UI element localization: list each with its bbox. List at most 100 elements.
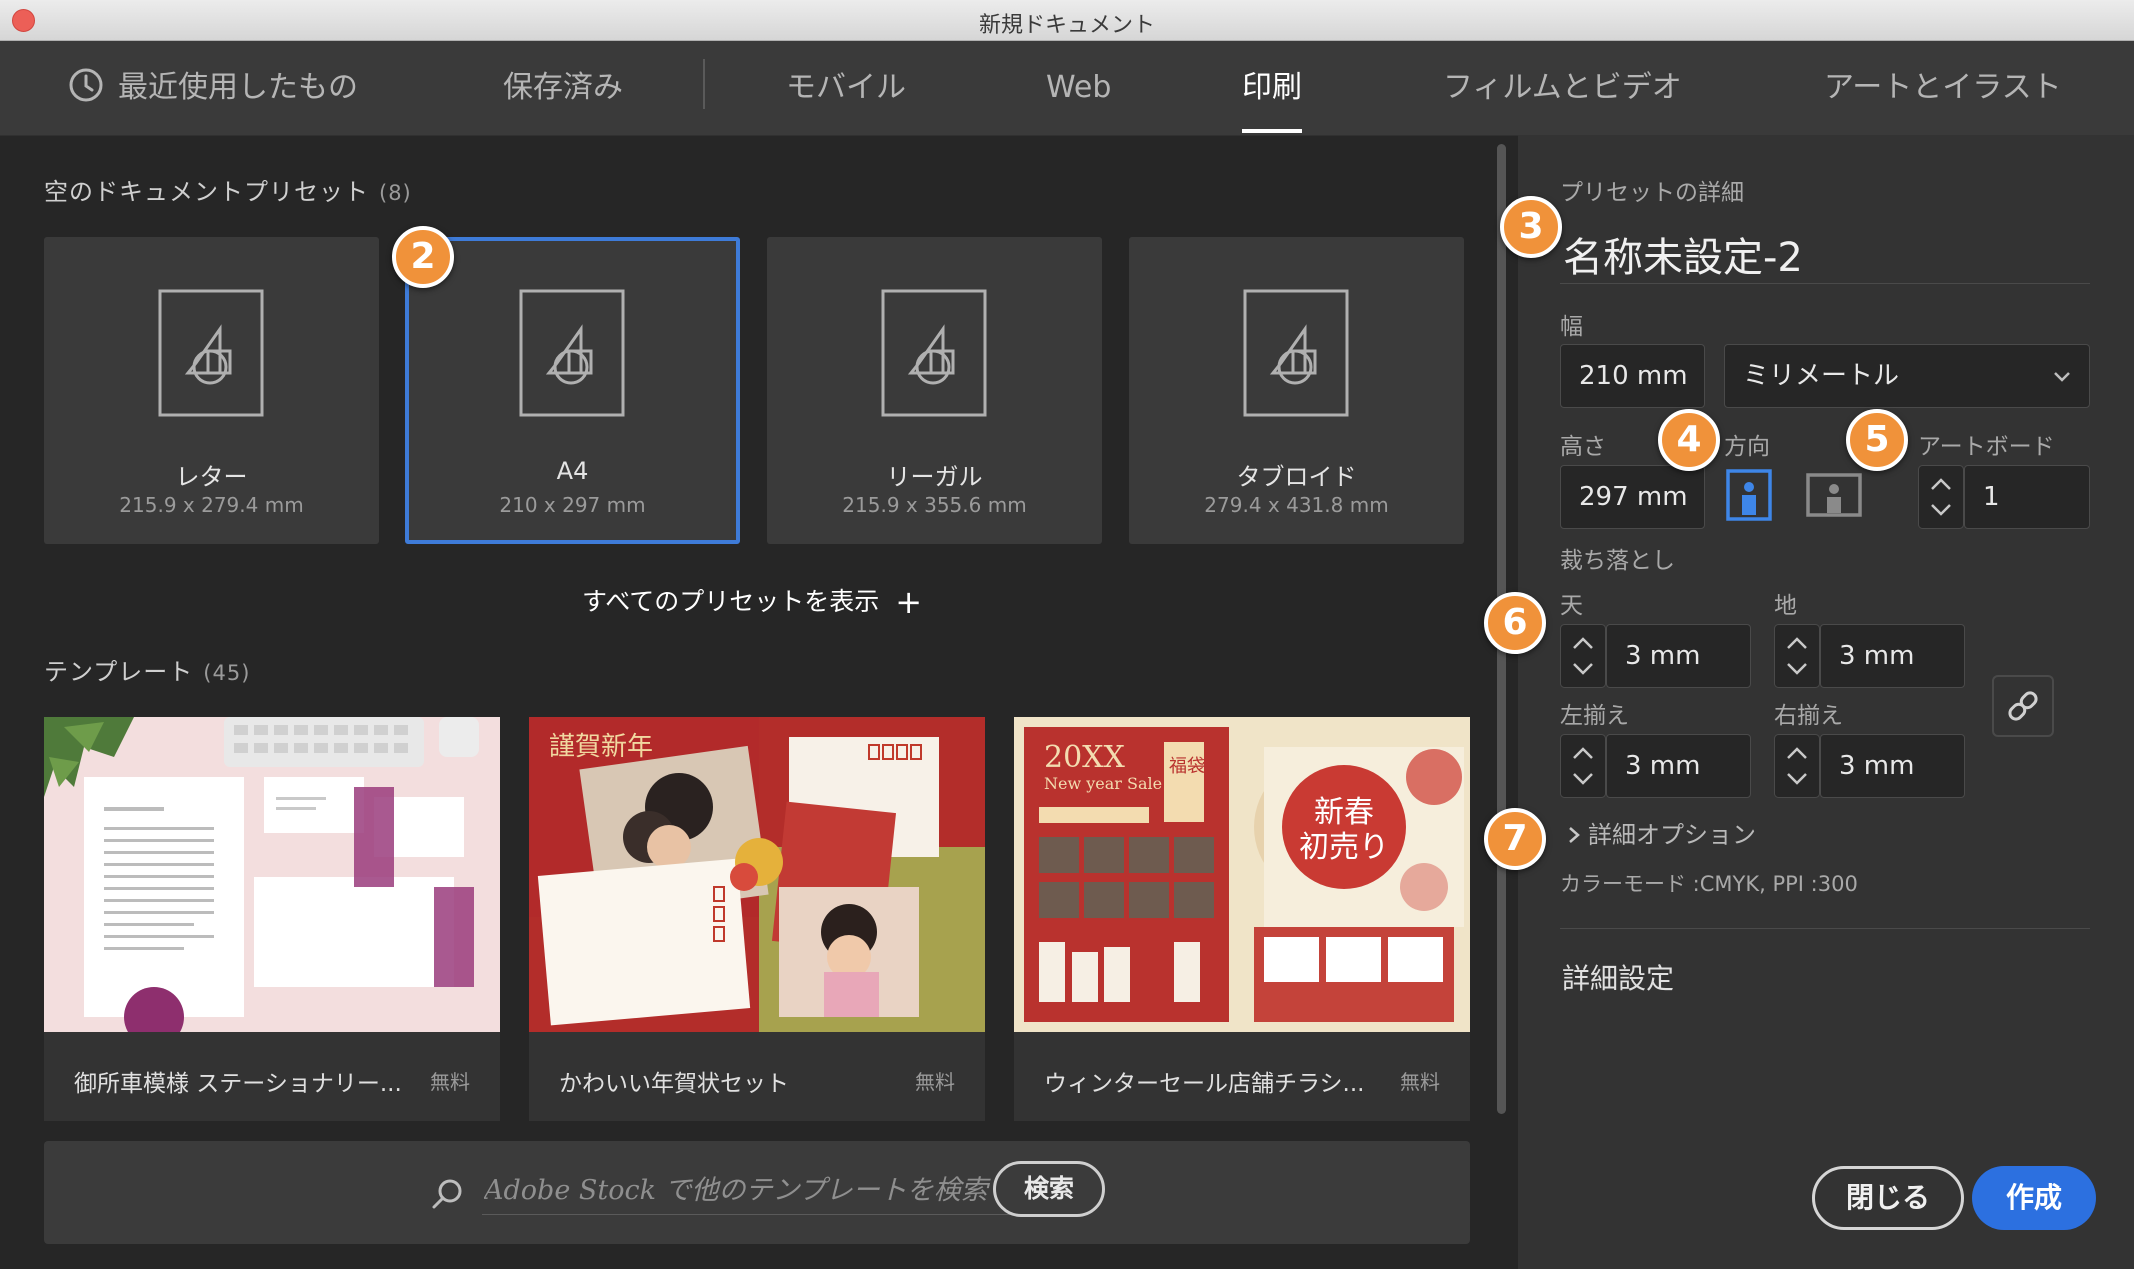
sale-headline-2-text: 初売り bbox=[1299, 830, 1389, 865]
preset-size: 279.4 x 431.8 mm bbox=[1204, 493, 1389, 517]
landscape-orientation-icon[interactable] bbox=[1806, 469, 1862, 521]
template-name: かわいい年賀状セット bbox=[559, 1071, 789, 1097]
bleed-top-stepper[interactable] bbox=[1560, 624, 1606, 688]
preset-card-tabloid[interactable]: タブロイド 279.4 x 431.8 mm bbox=[1129, 237, 1464, 544]
templates-heading: テンプレート (45) bbox=[44, 652, 250, 687]
annotation-marker-3: 3 bbox=[1500, 196, 1562, 258]
preset-card-a4[interactable]: A4 210 x 297 mm bbox=[405, 237, 740, 544]
bleed-left-stepper[interactable] bbox=[1560, 734, 1606, 798]
stock-search-bar: 検索 bbox=[44, 1141, 1470, 1244]
bleed-left-input[interactable]: 3 mm bbox=[1606, 734, 1751, 798]
tab-web[interactable]: Web bbox=[1046, 41, 1111, 135]
preset-name: レター bbox=[175, 463, 248, 491]
bleed-bottom-stepper[interactable] bbox=[1774, 624, 1820, 688]
width-label: 幅 bbox=[1560, 314, 1583, 340]
stepper-arrows-icon bbox=[1918, 465, 1964, 529]
bleed-right-stepper[interactable] bbox=[1774, 734, 1820, 798]
document-icon bbox=[1243, 289, 1349, 417]
document-icon bbox=[519, 289, 625, 417]
preset-name: A4 bbox=[556, 457, 589, 485]
sale-subtitle-text: New year Sale bbox=[1044, 774, 1162, 793]
template-thumbnail: 20XX New year Sale 福袋 新春 初売り bbox=[1014, 717, 1470, 1032]
window-titlebar: 新規ドキュメント bbox=[0, 0, 2134, 41]
tab-art-illustration[interactable]: アートとイラスト bbox=[1824, 41, 2062, 135]
annotation-marker-2: 2 bbox=[392, 226, 454, 288]
divider bbox=[1560, 283, 2090, 284]
close-button[interactable]: 閉じる bbox=[1812, 1166, 1964, 1230]
search-button[interactable]: 検索 bbox=[993, 1161, 1105, 1217]
chevron-down-icon bbox=[2054, 372, 2070, 382]
bleed-left-label: 左揃え bbox=[1560, 703, 1629, 729]
document-icon bbox=[158, 289, 264, 417]
template-thumbnail bbox=[44, 717, 500, 1032]
preset-card-legal[interactable]: リーガル 215.9 x 355.6 mm bbox=[767, 237, 1102, 544]
unit-dropdown[interactable]: ミリメートル bbox=[1724, 344, 2090, 408]
preset-details-label: プリセットの詳細 bbox=[1560, 180, 1744, 206]
annotation-marker-4: 4 bbox=[1658, 409, 1720, 471]
document-name-field[interactable]: 名称未設定-2 bbox=[1563, 225, 1803, 283]
template-price: 無料 bbox=[430, 1070, 470, 1094]
sale-year-text: 20XX bbox=[1044, 740, 1126, 775]
annotation-marker-5: 5 bbox=[1846, 409, 1908, 471]
artboard-stepper[interactable] bbox=[1918, 465, 1964, 529]
artboard-count-input[interactable]: 1 bbox=[1964, 465, 2090, 529]
annotation-marker-6: 6 bbox=[1484, 592, 1546, 654]
show-all-presets-link[interactable]: すべてのプリセットを表示 + bbox=[582, 582, 922, 621]
height-input[interactable]: 297 mm bbox=[1560, 465, 1705, 529]
annotation-marker-7: 7 bbox=[1484, 808, 1546, 870]
preset-size: 210 x 297 mm bbox=[499, 493, 646, 517]
more-options-toggle[interactable]: 詳細オプション bbox=[1566, 815, 1756, 850]
tab-label: 最近使用したもの bbox=[118, 70, 358, 105]
preset-card-letter[interactable]: レター 215.9 x 279.4 mm bbox=[44, 237, 379, 544]
bleed-right-label: 右揃え bbox=[1774, 703, 1843, 729]
bleed-top-input[interactable]: 3 mm bbox=[1606, 624, 1751, 688]
orientation-label: 方向 bbox=[1724, 434, 1770, 460]
divider bbox=[1560, 928, 2090, 929]
sale-badge-text: 福袋 bbox=[1169, 756, 1205, 777]
category-tabs: 最近使用したもの 保存済み モバイル Web 印刷 フィルムとビデオ アートとイ… bbox=[0, 41, 2134, 136]
advanced-settings-button[interactable]: 詳細設定 bbox=[1562, 957, 1674, 997]
bleed-label: 裁ち落とし bbox=[1560, 548, 1675, 574]
stock-search-input[interactable] bbox=[482, 1166, 1026, 1215]
stepper-arrows-icon bbox=[1774, 624, 1820, 688]
portrait-orientation-icon[interactable] bbox=[1724, 469, 1774, 521]
bleed-top-label: 天 bbox=[1560, 593, 1583, 619]
show-all-label: すべてのプリセットを表示 bbox=[582, 587, 880, 616]
tab-recent[interactable]: 最近使用したもの bbox=[68, 41, 358, 135]
newyear-greeting-text: 謹賀新年 bbox=[549, 732, 653, 762]
stepper-arrows-icon bbox=[1560, 734, 1606, 798]
stepper-arrows-icon bbox=[1560, 624, 1606, 688]
presets-count: (8) bbox=[379, 181, 412, 205]
stepper-arrows-icon bbox=[1774, 734, 1820, 798]
link-bleed-button[interactable] bbox=[1992, 675, 2054, 737]
template-name: ウィンターセール店舗チラシ... bbox=[1044, 1071, 1365, 1097]
window-title: 新規ドキュメント bbox=[978, 13, 1155, 38]
create-button[interactable]: 作成 bbox=[1972, 1166, 2096, 1230]
bleed-bottom-input[interactable]: 3 mm bbox=[1820, 624, 1965, 688]
template-card-stationery[interactable]: 御所車模様 ステーショナリー... 無料 bbox=[44, 717, 500, 1121]
tab-divider bbox=[703, 59, 705, 109]
tab-saved[interactable]: 保存済み bbox=[503, 41, 623, 135]
template-price: 無料 bbox=[915, 1070, 955, 1094]
search-icon bbox=[432, 1179, 462, 1209]
template-card-winter-sale[interactable]: 20XX New year Sale 福袋 新春 初売り ウィンターセール店舗チ… bbox=[1014, 717, 1470, 1121]
document-icon bbox=[881, 289, 987, 417]
tab-mobile[interactable]: モバイル bbox=[786, 41, 906, 135]
width-input[interactable]: 210 mm bbox=[1560, 344, 1705, 408]
template-card-newyear[interactable]: 謹賀新年 かわいい年賀状セット 無料 bbox=[529, 717, 985, 1121]
more-options-label: 詳細オプション bbox=[1588, 821, 1756, 849]
preset-size: 215.9 x 279.4 mm bbox=[119, 493, 304, 517]
bleed-right-input[interactable]: 3 mm bbox=[1820, 734, 1965, 798]
templates-count: (45) bbox=[203, 661, 251, 685]
presets-heading: 空のドキュメントプリセット (8) bbox=[44, 172, 412, 207]
chevron-right-icon bbox=[1569, 827, 1580, 843]
height-label: 高さ bbox=[1560, 434, 1606, 460]
clock-icon bbox=[69, 68, 103, 102]
bleed-bottom-label: 地 bbox=[1774, 593, 1797, 619]
tab-film-video[interactable]: フィルムとビデオ bbox=[1443, 41, 1682, 135]
preset-size: 215.9 x 355.6 mm bbox=[842, 493, 1027, 517]
template-price: 無料 bbox=[1400, 1070, 1440, 1094]
tab-print[interactable]: 印刷 bbox=[1242, 41, 1302, 135]
sale-headline-1-text: 新春 bbox=[1314, 795, 1374, 830]
presets-title: 空のドキュメントプリセット bbox=[44, 178, 369, 206]
